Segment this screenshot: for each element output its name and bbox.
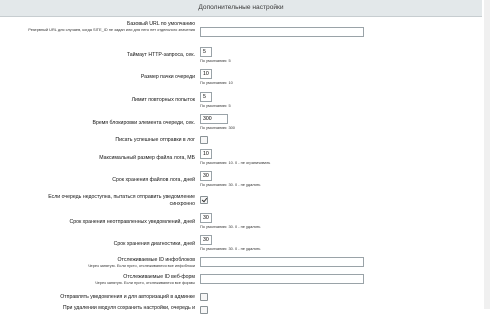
webform-ids-input[interactable] [200,274,364,284]
iblock-ids-field [200,257,364,267]
sync-fallback-checkbox[interactable] [200,196,208,204]
setting-label: Отслеживаемые ID инфоблоков Через запяту… [88,257,195,268]
setting-label: Лимит повторных попыток [131,97,195,103]
section-header: Дополнительные настройки [0,0,482,17]
setting-label: Максимальный размер файла лога, МБ [99,155,195,161]
setting-label: Отправлять уведомления и для авторизаций… [60,294,195,300]
setting-hint: По умолчанию: 30. 0 - не удалять [200,182,261,187]
queue-batch-field: По умолчанию: 10 [200,69,233,85]
undelivered-retention-input[interactable] [200,213,212,223]
retry-limit-input[interactable] [200,92,212,102]
keep-on-uninstall-field [200,306,208,314]
setting-hint: По умолчанию: 30. 0 - не удалять [200,246,261,251]
base-url-field [200,27,364,37]
setting-hint: По умолчанию: 10. 0 - не ограничивать [200,160,271,165]
setting-label: Срок хранения диагностики, дней [113,241,195,247]
log-success-field [200,136,208,144]
max-log-size-field: По умолчанию: 10. 0 - не ограничивать [200,149,270,165]
setting-label: Срок хранения неотправленных уведомлений… [69,219,195,225]
setting-label: При удалении модуля сохранить настройки,… [62,305,195,311]
lock-time-field: По умолчанию: 300 [200,114,235,130]
setting-label: Срок хранения файлов лога, дней [112,177,195,183]
setting-hint: По умолчанию: 300 [200,125,235,130]
diagnostics-retention-input[interactable] [200,235,212,245]
keep-on-uninstall-checkbox[interactable] [200,306,208,314]
iblock-ids-input[interactable] [200,257,364,267]
setting-label: Писать успешные отправки в лог [115,137,195,143]
setting-hint: По умолчанию: 5 [200,103,231,108]
setting-sublabel: Через запятую. Если пусто, отслеживаются… [95,279,195,285]
setting-label: Отслеживаемые ID веб-форм Через запятую.… [95,274,195,285]
setting-hint: По умолчанию: 30. 0 - не удалять [200,224,261,229]
setting-label: Размер пачки очереди [140,74,195,80]
webform-ids-field [200,274,364,284]
queue-batch-input[interactable] [200,69,212,79]
retry-limit-field: По умолчанию: 5 [200,92,231,108]
setting-sublabel: Резервный URL для случаев, когда SITE_ID… [28,26,195,32]
base-url-input[interactable] [200,27,364,37]
setting-label: Таймаут HTTP-запроса, сек. [126,52,195,58]
lock-time-input[interactable] [200,114,228,124]
setting-label: Время блокировки элемента очереди, сек. [92,120,195,126]
setting-hint: По умолчанию: 10 [200,80,233,85]
log-retention-input[interactable] [200,171,212,181]
scrollbar[interactable] [484,0,490,309]
undelivered-retention-field: По умолчанию: 30. 0 - не удалять [200,213,260,229]
setting-sublabel: Через запятую. Если пусто, отслеживаются… [87,262,195,268]
admin-auth-checkbox[interactable] [200,293,208,301]
log-success-checkbox[interactable] [200,136,208,144]
http-timeout-input[interactable] [200,47,212,57]
http-timeout-field: По умолчанию: 5 [200,47,231,63]
sync-fallback-field [200,196,208,204]
setting-hint: По умолчанию: 5 [200,58,231,63]
log-retention-field: По умолчанию: 30. 0 - не удалять [200,171,260,187]
setting-label: Если очередь недоступна, пытаться отправ… [48,194,195,207]
diagnostics-retention-field: По умолчанию: 30. 0 - не удалять [200,235,260,251]
setting-label: Базовый URL по умолчанию Резервный URL д… [28,21,195,32]
max-log-size-input[interactable] [200,149,212,159]
admin-auth-field [200,293,208,301]
